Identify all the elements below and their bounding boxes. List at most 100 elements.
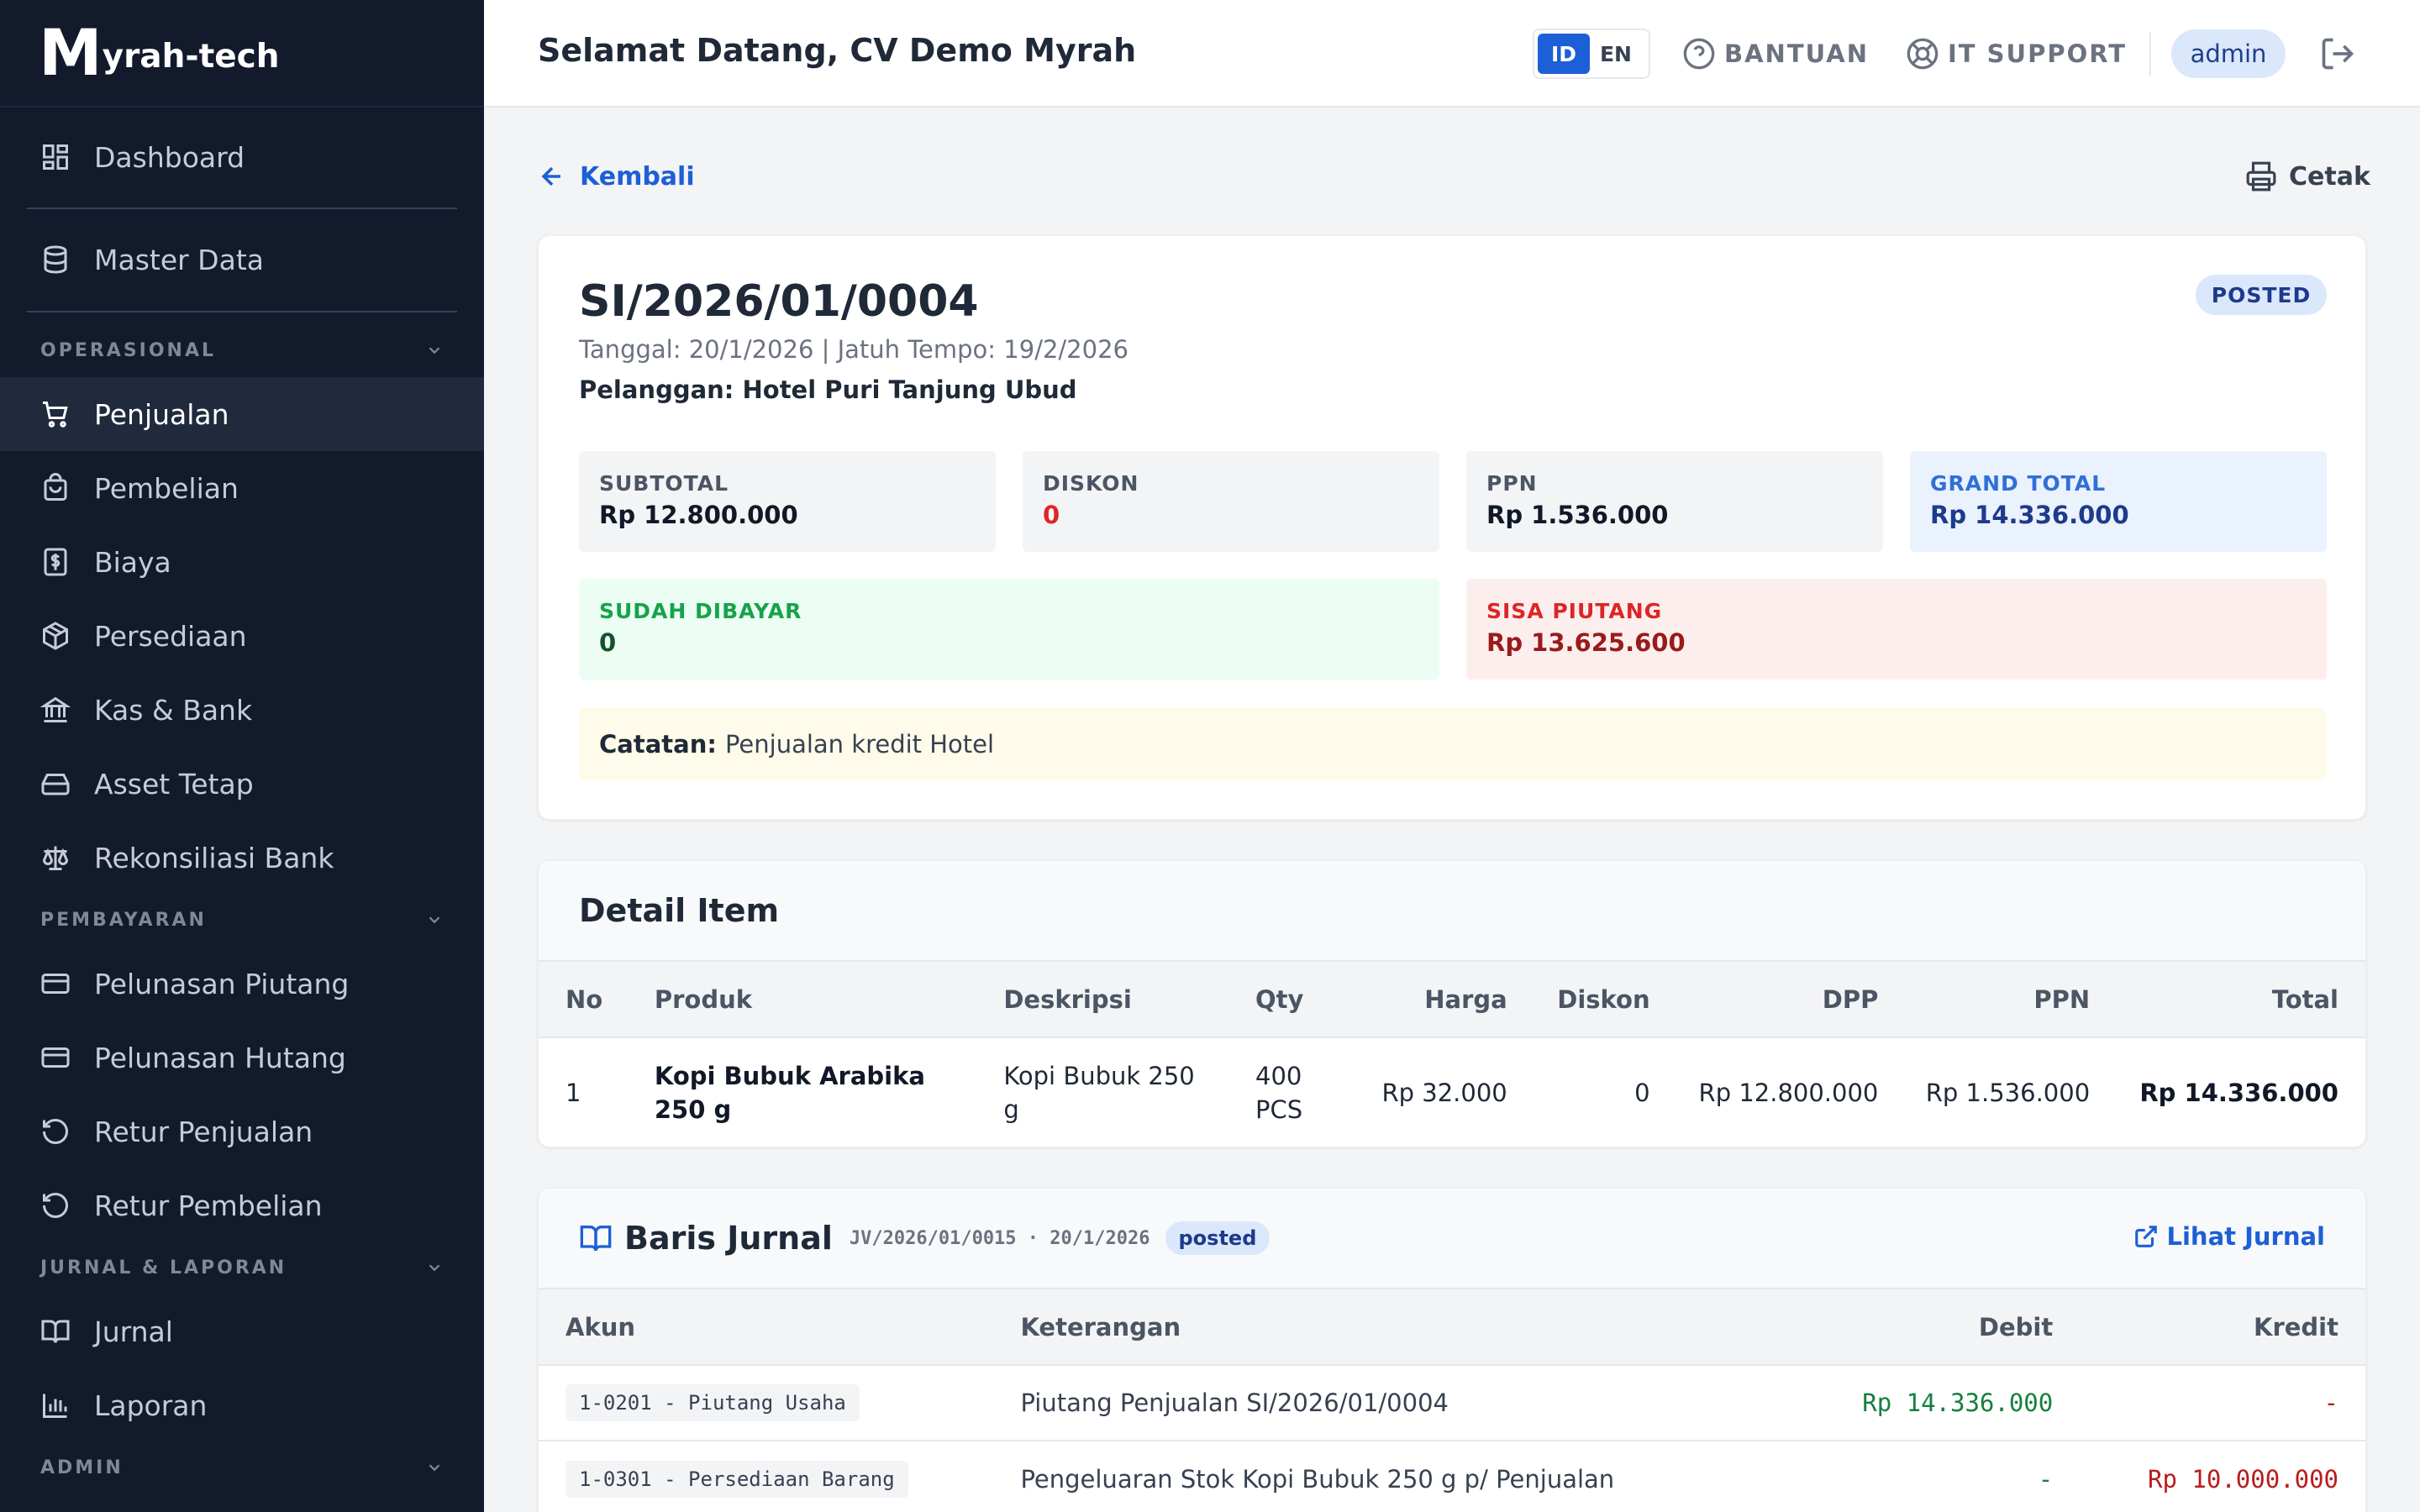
cell-debit: Rp 14.336.000 bbox=[1862, 1389, 2054, 1417]
col-dpp: DPP bbox=[1649, 962, 1879, 1038]
col-account: Akun bbox=[539, 1289, 1021, 1366]
lang-id-button[interactable]: ID bbox=[1538, 34, 1590, 74]
sidebar-item-jurnal[interactable]: Jurnal bbox=[0, 1294, 484, 1368]
sidebar-item-pelunasan-hutang[interactable]: Pelunasan Hutang bbox=[0, 1021, 484, 1095]
col-no: No bbox=[539, 962, 655, 1038]
col-ppn: PPN bbox=[1878, 962, 2091, 1038]
logout-button[interactable] bbox=[2319, 35, 2356, 72]
sidebar-item-penjualan[interactable]: Penjualan bbox=[0, 377, 484, 451]
cell-ppn: Rp 1.536.000 bbox=[1925, 1078, 2091, 1107]
sidebar-divider bbox=[27, 207, 457, 209]
note-label: Catatan: bbox=[599, 730, 717, 759]
sidebar-item-label: Pelunasan Hutang bbox=[94, 1041, 346, 1074]
cell-price: Rp 32.000 bbox=[1381, 1078, 1507, 1107]
view-journal-link[interactable]: Lihat Jurnal bbox=[2133, 1222, 2325, 1251]
sidebar-item-label: Rekonsiliasi Bank bbox=[94, 841, 334, 874]
user-menu[interactable]: admin bbox=[2171, 29, 2286, 78]
receipt-dollar-icon bbox=[40, 547, 71, 577]
print-button[interactable]: Cetak bbox=[2245, 158, 2370, 195]
subtotal-box: SUBTOTAL Rp 12.800.000 bbox=[579, 451, 996, 552]
book-open-icon bbox=[40, 1316, 71, 1347]
grand-total-box: GRAND TOTAL Rp 14.336.000 bbox=[1910, 451, 2327, 552]
sidebar-item-laporan[interactable]: Laporan bbox=[0, 1368, 484, 1442]
sidebar-item-persediaan[interactable]: Persediaan bbox=[0, 599, 484, 673]
sidebar-item-dashboard[interactable]: Dashboard bbox=[0, 120, 484, 194]
sidebar-item-label: Persediaan bbox=[94, 619, 247, 653]
section-title: OPERASIONAL bbox=[40, 339, 217, 361]
cell-description: Pengeluaran Stok Kopi Bubuk 250 g p/ Pen… bbox=[1020, 1464, 1615, 1494]
rotate-ccw-icon bbox=[40, 1116, 71, 1147]
help-circle-icon bbox=[1683, 38, 1715, 70]
journal-title-group: Baris Jurnal JV/2026/01/0015 · 20/1/2026… bbox=[579, 1220, 1270, 1257]
grand-total-label: GRAND TOTAL bbox=[1930, 471, 2107, 496]
table-row: 1-0201 - Piutang Usaha Piutang Penjualan… bbox=[539, 1365, 2365, 1441]
it-support-button[interactable]: IT SUPPORT bbox=[1906, 34, 2127, 74]
lang-en-button[interactable]: EN bbox=[1590, 34, 1642, 74]
help-button[interactable]: BANTUAN bbox=[1682, 34, 1869, 74]
sidebar-item-label: Pelunasan Piutang bbox=[94, 967, 350, 1000]
sidebar-item-pelunasan-piutang[interactable]: Pelunasan Piutang bbox=[0, 947, 484, 1021]
top-header: Selamat Datang, CV Demo Myrah ID EN BANT… bbox=[484, 0, 2420, 108]
journal-card: Baris Jurnal JV/2026/01/0015 · 20/1/2026… bbox=[538, 1188, 2366, 1512]
journal-status-badge: posted bbox=[1165, 1221, 1270, 1255]
cell-no: 1 bbox=[566, 1078, 581, 1107]
sidebar-item-retur-penjualan[interactable]: Retur Penjualan bbox=[0, 1095, 484, 1168]
cell-description: Kopi Bubuk 250 g bbox=[1003, 1061, 1195, 1124]
cell-account: 1-0201 - Piutang Usaha bbox=[539, 1365, 1020, 1441]
printer-icon bbox=[2246, 161, 2276, 192]
sidebar-item-label: Asset Tetap bbox=[94, 767, 254, 801]
sidebar-item-label: Pembelian bbox=[94, 471, 239, 505]
section-operasional[interactable]: OPERASIONAL bbox=[40, 333, 444, 367]
section-pembayaran[interactable]: PEMBAYARAN bbox=[40, 903, 444, 937]
ppn-label: PPN bbox=[1486, 471, 1538, 496]
sidebar-item-label: Laporan bbox=[94, 1389, 208, 1422]
sidebar-item-retur-pembelian[interactable]: Retur Pembelian bbox=[0, 1168, 484, 1242]
external-link-icon bbox=[2134, 1226, 2157, 1247]
subtotal-value: Rp 12.800.000 bbox=[599, 501, 798, 529]
col-credit: Kredit bbox=[2053, 1289, 2365, 1366]
section-title: JURNAL & LAPORAN bbox=[40, 1257, 287, 1278]
brand-logo[interactable]: M yrah-tech bbox=[0, 0, 484, 108]
chevron-down-icon bbox=[429, 347, 440, 354]
sidebar-item-asset-tetap[interactable]: Asset Tetap bbox=[0, 747, 484, 821]
invoice-customer: Pelanggan: Hotel Puri Tanjung Ubud bbox=[579, 375, 1077, 404]
cell-account: 1-0301 - Persediaan Barang bbox=[539, 1441, 1020, 1512]
col-qty: Qty bbox=[1255, 962, 1339, 1038]
sidebar-item-biaya[interactable]: Biaya bbox=[0, 525, 484, 599]
sidebar-item-rekonsiliasi-bank[interactable]: Rekonsiliasi Bank bbox=[0, 821, 484, 895]
section-jurnal-laporan[interactable]: JURNAL & LAPORAN bbox=[40, 1251, 444, 1284]
arrow-left-icon bbox=[541, 166, 560, 186]
bank-icon bbox=[40, 695, 71, 725]
paid-box: SUDAH DIBAYAR 0 bbox=[579, 579, 1439, 680]
print-label: Cetak bbox=[2289, 161, 2370, 192]
note-text: Penjualan kredit Hotel bbox=[724, 730, 995, 759]
cell-debit: - bbox=[2038, 1464, 2054, 1494]
table-row: 1 Kopi Bubuk Arabika 250 g Kopi Bubuk 25… bbox=[539, 1037, 2365, 1147]
cell-dpp: Rp 12.800.000 bbox=[1698, 1078, 1879, 1107]
subtotal-label: SUBTOTAL bbox=[599, 471, 729, 496]
detail-item-card: Detail Item No Produk Deskripsi Qty Harg… bbox=[538, 860, 2366, 1147]
sidebar-item-label: Retur Penjualan bbox=[94, 1115, 313, 1148]
section-admin[interactable]: ADMIN bbox=[40, 1451, 444, 1484]
sidebar-item-label: Biaya bbox=[94, 545, 171, 579]
back-link[interactable]: Kembali bbox=[538, 158, 695, 195]
package-icon bbox=[40, 621, 71, 651]
sidebar-item-kas-bank[interactable]: Kas & Bank bbox=[0, 673, 484, 747]
table-row: 1-0301 - Persediaan Barang Pengeluaran S… bbox=[539, 1441, 2365, 1512]
header-divider bbox=[2149, 32, 2151, 76]
cell-discount: 0 bbox=[1634, 1078, 1650, 1107]
sidebar-item-pembelian[interactable]: Pembelian bbox=[0, 451, 484, 525]
log-out-icon bbox=[2322, 38, 2354, 70]
cell-credit: - bbox=[2323, 1389, 2338, 1417]
sidebar-item-master-data[interactable]: Master Data bbox=[0, 223, 484, 297]
cell-product: Kopi Bubuk Arabika 250 g bbox=[654, 1061, 925, 1124]
note-box: Catatan: Penjualan kredit Hotel bbox=[579, 708, 2327, 780]
credit-card-icon bbox=[40, 1042, 71, 1073]
book-open-icon bbox=[580, 1226, 612, 1252]
section-title: ADMIN bbox=[40, 1457, 124, 1478]
cell-credit: Rp 10.000.000 bbox=[2148, 1464, 2338, 1494]
chevron-down-icon bbox=[429, 916, 440, 924]
ppn-box: PPN Rp 1.536.000 bbox=[1466, 451, 1883, 552]
journal-table: Akun Keterangan Debit Kredit 1-0201 - Pi… bbox=[539, 1289, 2365, 1512]
col-description: Deskripsi bbox=[1003, 962, 1256, 1038]
